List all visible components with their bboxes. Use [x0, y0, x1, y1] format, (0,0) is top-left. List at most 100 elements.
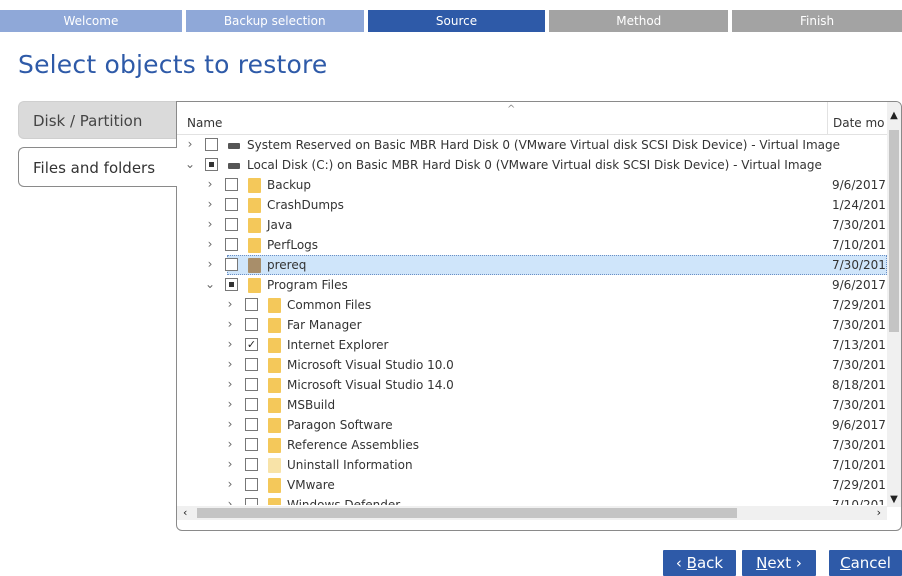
tree-row[interactable]: › Microsoft Visual Studio 10.0 7/30/201: [177, 355, 887, 375]
horizontal-scrollbar[interactable]: ‹ ›: [177, 506, 887, 520]
chevron-down-icon[interactable]: ⌄: [185, 157, 195, 171]
chevron-right-icon[interactable]: ›: [205, 197, 215, 211]
checkbox[interactable]: [245, 398, 258, 411]
chevron-right-icon[interactable]: ›: [225, 297, 235, 311]
tree-row[interactable]: › Paragon Software 9/6/2017: [177, 415, 887, 435]
chevron-right-icon[interactable]: ›: [225, 377, 235, 391]
row-label: Internet Explorer: [287, 338, 389, 352]
tree-row[interactable]: › prereq 7/30/201: [177, 255, 887, 275]
row-date: 8/18/201: [832, 378, 886, 392]
checkbox[interactable]: [245, 378, 258, 391]
tree-row[interactable]: › System Reserved on Basic MBR Hard Disk …: [177, 135, 887, 155]
chevron-right-icon[interactable]: ›: [225, 417, 235, 431]
row-label: PerfLogs: [267, 238, 319, 252]
checkbox[interactable]: [225, 278, 238, 291]
checkbox[interactable]: [225, 198, 238, 211]
checkbox[interactable]: [205, 138, 218, 151]
chevron-right-icon[interactable]: ›: [205, 237, 215, 251]
tree-row[interactable]: › Windows Defender 7/10/201: [177, 495, 887, 505]
row-date: 9/6/2017: [832, 418, 886, 432]
column-divider[interactable]: [827, 102, 828, 135]
tree-row[interactable]: ⌄ Program Files 9/6/2017: [177, 275, 887, 295]
next-button[interactable]: Next ›: [742, 550, 816, 576]
checkbox[interactable]: [245, 418, 258, 431]
next-key: N: [756, 554, 768, 572]
checkbox[interactable]: [245, 438, 258, 451]
scroll-up-icon[interactable]: ▲: [887, 110, 901, 121]
tree-row[interactable]: ⌄ Local Disk (C:) on Basic MBR Hard Disk …: [177, 155, 887, 175]
checkbox[interactable]: [245, 458, 258, 471]
column-header-name[interactable]: Name: [187, 116, 222, 130]
row-date: 7/10/201: [832, 498, 886, 505]
tree-row[interactable]: › Common Files 7/29/201: [177, 295, 887, 315]
chevron-right-icon[interactable]: ›: [185, 137, 195, 151]
row-date: 7/30/201: [832, 398, 886, 412]
checkbox[interactable]: [225, 178, 238, 191]
next-rest: ext ›: [767, 554, 802, 572]
sort-up-icon: ^: [507, 104, 516, 115]
chevron-right-icon[interactable]: ›: [225, 337, 235, 351]
checkbox[interactable]: [245, 358, 258, 371]
row-date: 7/29/201: [832, 298, 886, 312]
tree-row[interactable]: › Reference Assemblies 7/30/201: [177, 435, 887, 455]
tree-row[interactable]: › CrashDumps 1/24/201: [177, 195, 887, 215]
chevron-down-icon[interactable]: ⌄: [205, 277, 215, 291]
checkbox[interactable]: [225, 218, 238, 231]
tree-row[interactable]: › Backup 9/6/2017: [177, 175, 887, 195]
chevron-right-icon[interactable]: ›: [225, 437, 235, 451]
scroll-right-icon[interactable]: ›: [877, 506, 881, 519]
column-header-date[interactable]: Date mo: [833, 116, 885, 130]
row-date: 7/30/201: [832, 318, 886, 332]
tab-disk-partition[interactable]: Disk / Partition: [18, 101, 177, 139]
vertical-scrollbar[interactable]: ▲ ▼: [887, 102, 901, 507]
chevron-right-icon[interactable]: ›: [205, 257, 215, 271]
checkbox[interactable]: [245, 498, 258, 505]
tree-header: Name ^ Date mo: [177, 102, 901, 135]
row-date: 7/30/201: [832, 258, 886, 272]
checkbox[interactable]: [245, 318, 258, 331]
wizard-steps: Welcome Backup selection Source Method F…: [0, 10, 902, 32]
row-date: 7/30/201: [832, 218, 886, 232]
tree-row[interactable]: › VMware 7/29/201: [177, 475, 887, 495]
tree-row[interactable]: › Uninstall Information 7/10/201: [177, 455, 887, 475]
chevron-right-icon[interactable]: ›: [225, 357, 235, 371]
chevron-right-icon[interactable]: ›: [225, 317, 235, 331]
chevron-right-icon[interactable]: ›: [205, 177, 215, 191]
folder-icon: [268, 418, 281, 433]
step-source: Source: [367, 10, 546, 32]
folder-icon: [268, 358, 281, 373]
checkbox[interactable]: [245, 478, 258, 491]
checkbox[interactable]: [205, 158, 218, 171]
checkbox[interactable]: [245, 298, 258, 311]
folder-icon: [248, 198, 261, 213]
tree-row[interactable]: › MSBuild 7/30/201: [177, 395, 887, 415]
step-method: Method: [549, 10, 729, 32]
chevron-right-icon[interactable]: ›: [205, 217, 215, 231]
row-label: Local Disk (C:) on Basic MBR Hard Disk 0…: [247, 158, 822, 172]
cancel-button[interactable]: Cancel: [829, 550, 902, 576]
chevron-right-icon[interactable]: ›: [225, 497, 235, 505]
tree-row[interactable]: › Microsoft Visual Studio 14.0 8/18/201: [177, 375, 887, 395]
checkbox[interactable]: [225, 238, 238, 251]
row-label: VMware: [287, 478, 335, 492]
tree-row[interactable]: › PerfLogs 7/10/201: [177, 235, 887, 255]
back-button[interactable]: ‹ Back: [663, 550, 736, 576]
chevron-right-icon[interactable]: ›: [225, 457, 235, 471]
chevron-right-icon[interactable]: ›: [225, 477, 235, 491]
horizontal-scroll-thumb[interactable]: [197, 508, 737, 518]
tab-files-and-folders[interactable]: Files and folders: [18, 147, 177, 187]
scroll-down-icon[interactable]: ▼: [887, 494, 901, 505]
folder-icon: [248, 278, 261, 293]
tree-row[interactable]: › Far Manager 7/30/201: [177, 315, 887, 335]
folder-icon: [248, 238, 261, 253]
scroll-left-icon[interactable]: ‹: [183, 506, 187, 519]
checkbox[interactable]: ✓: [245, 338, 258, 351]
row-date: 7/29/201: [832, 478, 886, 492]
checkbox[interactable]: [225, 258, 238, 271]
tree-row[interactable]: › ✓ Internet Explorer 7/13/201: [177, 335, 887, 355]
row-label: Java: [267, 218, 293, 232]
vertical-scroll-thumb[interactable]: [889, 130, 899, 332]
tree-row[interactable]: › Java 7/30/201: [177, 215, 887, 235]
folder-icon: [268, 478, 281, 493]
chevron-right-icon[interactable]: ›: [225, 397, 235, 411]
